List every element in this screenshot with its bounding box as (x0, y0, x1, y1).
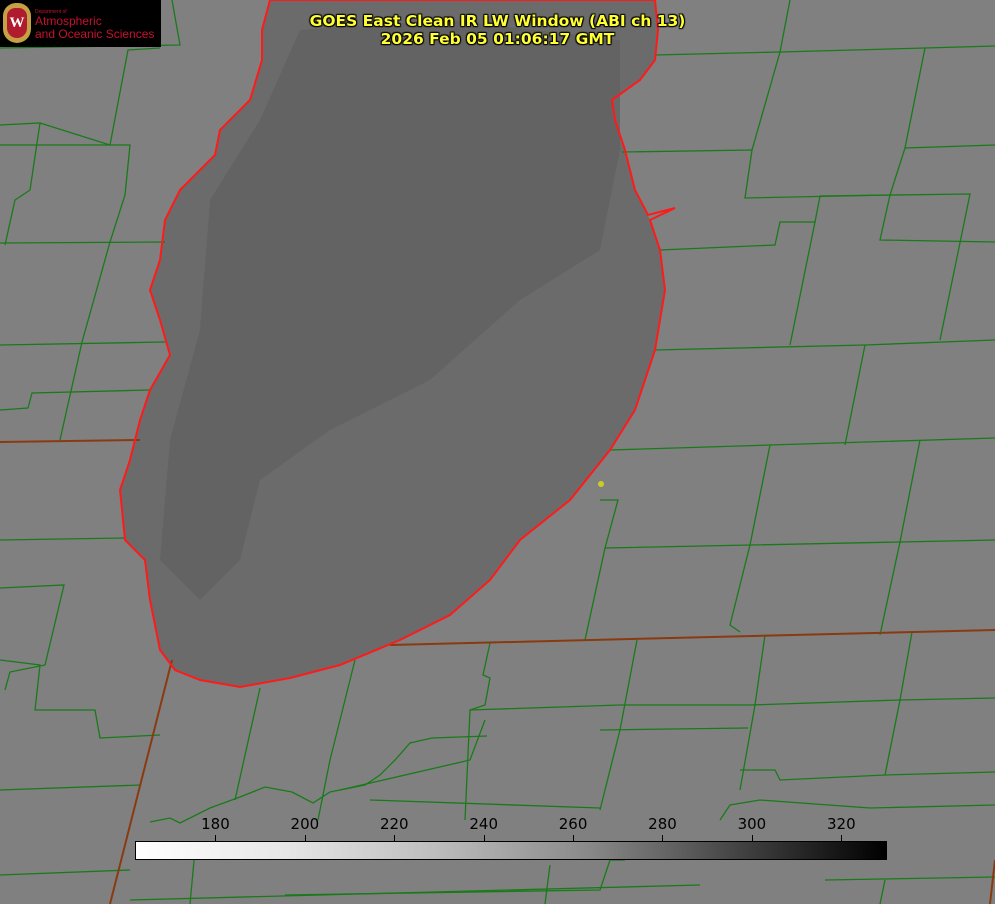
colorbar-tick-mark (751, 835, 753, 841)
colorbar-tick-mark (662, 835, 664, 841)
colorbar (135, 841, 887, 860)
colorbar-tick-mark (841, 835, 843, 841)
colorbar-tick-mark (215, 835, 217, 841)
colorbar-tick-label: 280 (648, 815, 677, 833)
colorbar-tick-mark (304, 835, 306, 841)
colorbar-tick-mark (483, 835, 485, 841)
image-title: GOES East Clean IR LW Window (ABI ch 13)… (0, 12, 995, 48)
colorbar-tick-label: 240 (469, 815, 498, 833)
colorbar-tick-label: 320 (826, 815, 856, 833)
colorbar-tick-label: 200 (290, 815, 320, 833)
map-layer (0, 0, 995, 904)
colorbar-tick-mark (394, 835, 396, 841)
colorbar-tick-label: 260 (558, 815, 588, 833)
colorbar-tick-label: 180 (201, 815, 230, 833)
colorbar-tick-label: 300 (737, 815, 767, 833)
colorbar-tick-mark (573, 835, 575, 841)
location-marker (598, 481, 604, 487)
colorbar-tick-label: 220 (379, 815, 409, 833)
title-timestamp: 2026 Feb 05 01:06:17 GMT (380, 30, 615, 48)
satellite-map: W Department of Atmospheric and Oceanic … (0, 0, 995, 904)
title-product: GOES East Clean IR LW Window (ABI ch 13) (309, 12, 686, 30)
